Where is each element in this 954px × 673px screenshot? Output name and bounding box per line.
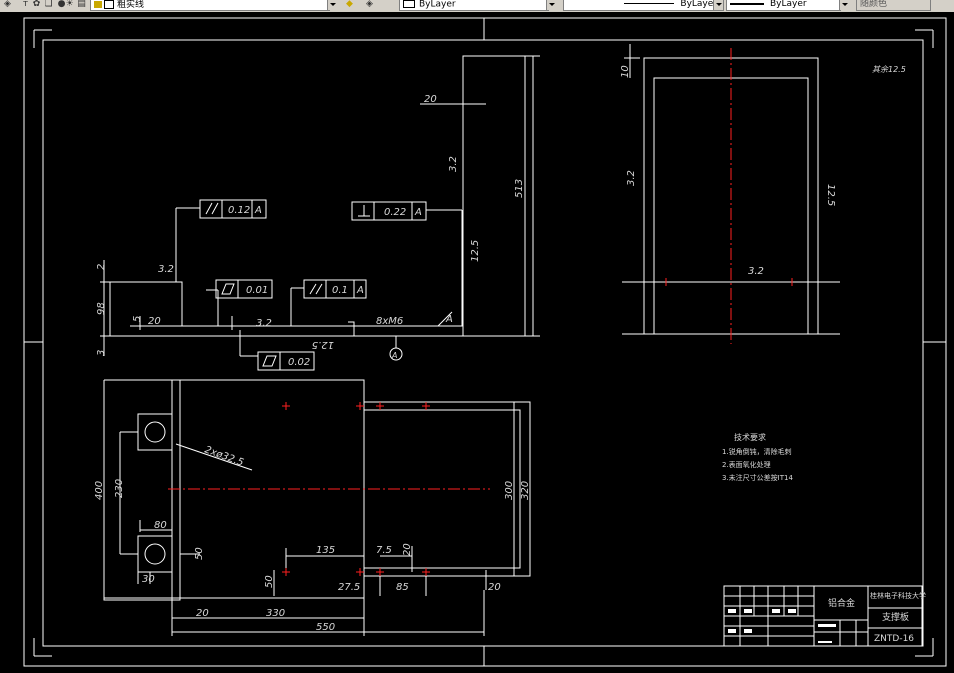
- roughness-12.5: 12.5: [825, 184, 836, 206]
- sun-icon[interactable]: ☀: [64, 0, 75, 10]
- dim-550: 550: [316, 622, 335, 633]
- chevron-down-icon[interactable]: [713, 0, 723, 10]
- chevron-down-icon[interactable]: [839, 0, 849, 10]
- part-name: 支撑板: [882, 611, 909, 623]
- dim-400: 400: [94, 481, 105, 500]
- dim-50: 50: [194, 547, 205, 560]
- linetype-preview: [624, 3, 675, 4]
- printer-icon[interactable]: ▤: [76, 0, 87, 10]
- roughness-3.2: 3.2: [158, 264, 174, 275]
- school-name: 桂林电子科技大学: [870, 591, 926, 600]
- tol-0.12: 0.12: [228, 205, 250, 216]
- tol-0.01: 0.01: [246, 285, 268, 296]
- tech-req-item: 3.未注尺寸公差按IT14: [722, 473, 793, 482]
- roughness-3.2: 3.2: [626, 170, 637, 186]
- lineweight-value: ByLayer: [770, 0, 807, 9]
- layer-state-icon[interactable]: ❏: [43, 0, 54, 10]
- datum-a: A: [391, 351, 397, 360]
- color-swatch-icon: [403, 0, 415, 8]
- drawing-canvas[interactable]: 0.12 A 0.22 A 0.01 0.1 A 0.02 A A 20 513…: [0, 12, 954, 673]
- roughness-12.5: 12.5: [312, 339, 334, 350]
- roughness-note: 其余12.5: [872, 65, 906, 74]
- dim-20: 20: [196, 608, 209, 619]
- tol-ref: A: [356, 285, 364, 296]
- dim-27.5: 27.5: [338, 582, 360, 593]
- layer-name: 粗实线: [117, 0, 145, 10]
- color-value: ByLayer: [419, 0, 456, 10]
- lineweight-preview: [730, 2, 764, 5]
- dim-10: 10: [620, 65, 631, 78]
- dim-230: 230: [114, 479, 125, 498]
- layer-manager-icon[interactable]: ◈: [2, 0, 13, 10]
- roughness-3.2: 3.2: [448, 156, 459, 172]
- dim-330: 330: [266, 608, 285, 619]
- tol-ref: A: [254, 205, 262, 216]
- roughness-12.5: 12.5: [470, 240, 481, 262]
- tol-ref: A: [414, 207, 422, 218]
- dim-2: 2: [96, 264, 107, 270]
- tol-0.02: 0.02: [288, 357, 310, 368]
- dim-300: 300: [504, 481, 515, 500]
- tech-req-title: 技术要求: [734, 432, 766, 442]
- dim-20: 20: [148, 316, 161, 327]
- dim-3: 3: [96, 350, 107, 356]
- dim-30: 30: [142, 574, 155, 585]
- dim-513: 513: [514, 179, 525, 198]
- dim-20: 20: [424, 94, 437, 105]
- lightbulb-icon: [94, 1, 102, 8]
- dim-320: 320: [520, 481, 531, 500]
- layer-dropdown[interactable]: 粗实线: [90, 0, 330, 11]
- pin-icon[interactable]: ᴛ: [20, 0, 31, 10]
- datum-letter: A: [445, 314, 453, 325]
- dim-85: 85: [396, 582, 409, 593]
- chevron-down-icon[interactable]: [546, 0, 556, 10]
- dim-20: 20: [402, 543, 413, 556]
- material-label: 铝合金: [828, 597, 855, 609]
- thread-callout: 8xM6: [376, 316, 403, 327]
- drawing-number: ZNTD-16: [874, 634, 914, 644]
- linetype-value: ByLayer: [680, 0, 717, 9]
- plotstyle-value: 随颜色: [860, 0, 888, 9]
- tech-req-item: 2.表面氧化处理: [722, 460, 771, 469]
- dim-5: 5: [132, 316, 143, 322]
- chevron-down-icon[interactable]: [327, 0, 337, 10]
- roughness-3.2: 3.2: [256, 318, 272, 329]
- lineweight-dropdown[interactable]: ByLayer: [726, 0, 841, 11]
- tech-req-item: 1.锐角倒钝，清除毛刺: [722, 447, 792, 456]
- color-dropdown[interactable]: ByLayer: [399, 0, 549, 11]
- dim-135: 135: [316, 545, 335, 556]
- make-current-icon[interactable]: ◆: [344, 0, 355, 10]
- gear-icon[interactable]: ✿: [31, 0, 42, 10]
- dim-50: 50: [264, 575, 275, 588]
- layer-previous-icon[interactable]: ◈: [364, 0, 375, 10]
- dim-7.5: 7.5: [376, 545, 392, 556]
- dim-80: 80: [154, 520, 167, 531]
- color-swatch-icon: [104, 0, 114, 9]
- roughness-3.2: 3.2: [748, 266, 764, 277]
- tol-0.22: 0.22: [384, 207, 406, 218]
- linetype-dropdown[interactable]: ByLayer: [563, 0, 724, 11]
- dim-20: 20: [488, 582, 501, 593]
- plotstyle-dropdown[interactable]: 随颜色: [856, 0, 931, 11]
- tol-0.1: 0.1: [332, 285, 348, 296]
- dim-98: 98: [96, 302, 107, 315]
